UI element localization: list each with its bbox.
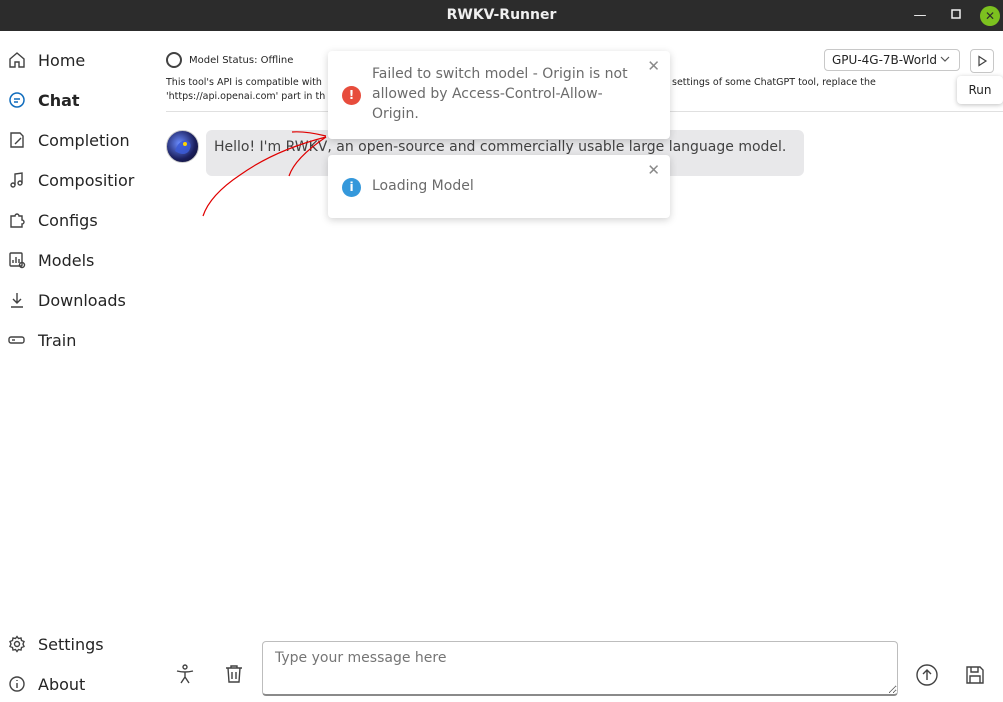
sidebar-item-label: Compositior [38, 170, 135, 190]
train-icon [8, 331, 26, 349]
sidebar-item-label: Home [38, 50, 86, 70]
sidebar-item-label: Configs [38, 210, 98, 230]
accessibility-icon [174, 663, 196, 689]
home-icon [8, 51, 26, 69]
send-button[interactable] [915, 663, 939, 691]
sidebar-item-chat[interactable]: Chat [8, 82, 80, 118]
sidebar-item-label: Chat [38, 90, 80, 110]
run-button[interactable] [970, 49, 994, 73]
error-icon: ! [342, 86, 361, 105]
music-note-icon [8, 171, 26, 189]
sidebar-item-label: About [38, 674, 86, 694]
sidebar-item-completion[interactable]: Completion [8, 122, 130, 158]
close-icon[interactable]: ✕ [647, 161, 660, 179]
sidebar-item-about[interactable]: About [8, 666, 85, 702]
minimize-icon[interactable]: — [910, 6, 930, 26]
data-usage-icon [8, 251, 26, 269]
info-icon [8, 675, 26, 693]
message-input[interactable] [262, 641, 898, 696]
trash-icon [223, 663, 245, 689]
sidebar-item-downloads[interactable]: Downloads [8, 282, 126, 318]
info-toast: i Loading Model ✕ [328, 155, 670, 218]
sidebar-item-models[interactable]: Models [8, 242, 94, 278]
sidebar-item-settings[interactable]: Settings [8, 626, 104, 662]
error-toast-text: Failed to switch model - Origin is not a… [372, 66, 628, 122]
model-select[interactable]: GPU-4G-7B-World [824, 49, 960, 71]
status-circle-icon [166, 52, 182, 68]
sidebar-item-label: Train [38, 330, 77, 350]
sidebar-item-train[interactable]: Train [8, 322, 76, 358]
sidebar-item-label: Downloads [38, 290, 126, 310]
avatar [166, 130, 199, 163]
sidebar-item-compositior[interactable]: Compositior [8, 162, 134, 198]
info-toast-text: Loading Model [372, 178, 474, 194]
maximize-icon[interactable] [946, 6, 966, 26]
api-note-line-2: 'https://api.openai.com' part in th [166, 91, 326, 102]
window-title: RWKV-Runner [446, 7, 557, 23]
model-status-label: Model Status: Offline [189, 54, 294, 66]
title-bar: RWKV-Runner — ✕ [0, 0, 1003, 31]
api-note-line-1b: settings of some ChatGPT tool, replace t… [672, 77, 876, 88]
api-note-line-1: This tool's API is compatible with [166, 77, 322, 88]
arrow-up-circle-icon [915, 663, 939, 691]
settings-icon [8, 635, 26, 653]
model-status: Model Status: Offline [166, 52, 293, 68]
sidebar-item-configs[interactable]: Configs [8, 202, 98, 238]
model-select-value: GPU-4G-7B-World [832, 53, 938, 67]
save-icon [964, 664, 986, 690]
run-tooltip: Run [957, 76, 1003, 104]
puzzle-icon [8, 211, 26, 229]
download-icon [8, 291, 26, 309]
accessibility-button[interactable] [173, 664, 197, 688]
info-icon: i [342, 178, 361, 197]
sidebar-item-label: Completion [38, 130, 130, 150]
error-toast: ! Failed to switch model - Origin is not… [328, 51, 670, 139]
sidebar-item-label: Models [38, 250, 95, 270]
play-icon [976, 52, 988, 71]
chevron-down-icon [939, 53, 951, 68]
completion-icon [8, 131, 26, 149]
sidebar-item-home[interactable]: Home [8, 42, 85, 78]
sidebar-item-label: Settings [38, 634, 104, 654]
save-button[interactable] [963, 665, 987, 689]
close-icon[interactable]: ✕ [647, 57, 660, 75]
clear-chat-button[interactable] [222, 664, 246, 688]
close-icon[interactable]: ✕ [980, 6, 1000, 26]
sidebar: Home Chat Completion Compositior Configs… [0, 31, 160, 702]
chat-icon [8, 91, 26, 109]
